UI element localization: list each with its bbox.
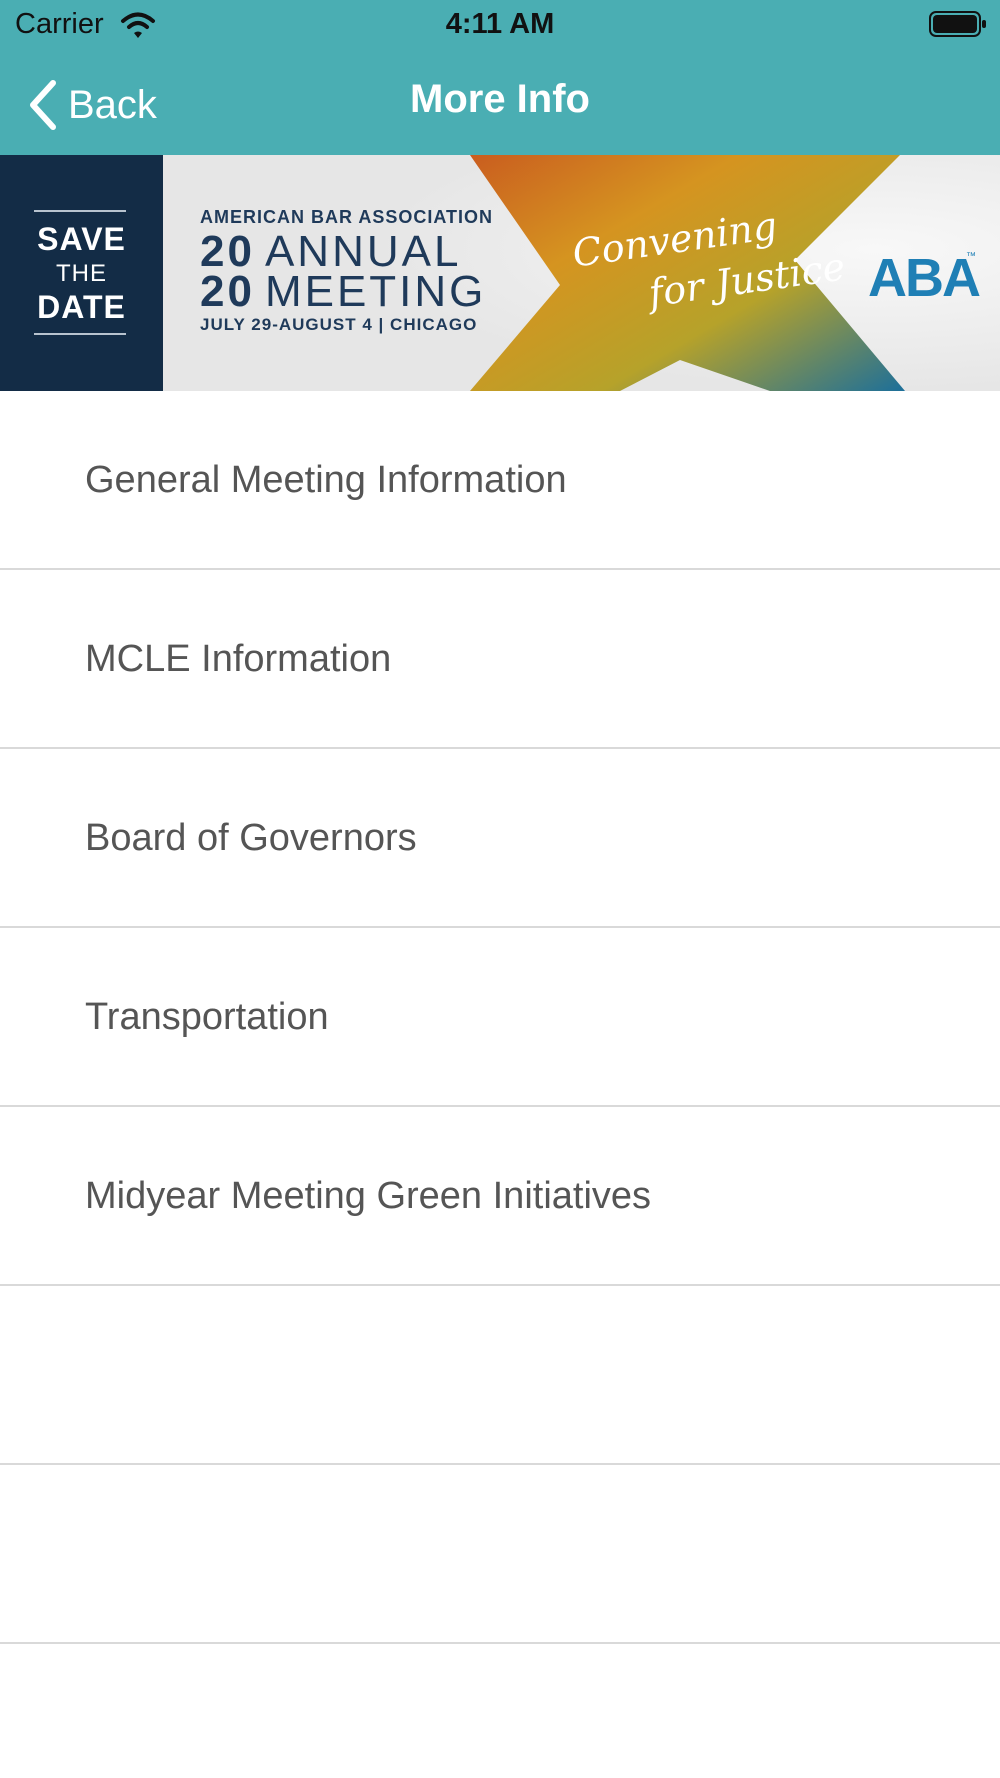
battery-icon (929, 11, 986, 37)
screen: Carrier 4:11 AM Back More Info SAVE THE … (0, 0, 1000, 1778)
info-list: General Meeting Information MCLE Informa… (0, 391, 1000, 1644)
list-item-label: General Meeting Information (85, 459, 567, 501)
association-name: AMERICAN BAR ASSOCIATION (200, 207, 493, 227)
list-item-mcle-information[interactable]: MCLE Information (0, 570, 1000, 749)
meeting-word: MEETING (264, 267, 487, 316)
list-item-label: MCLE Information (85, 638, 392, 680)
meeting-line: 20 MEETING (200, 267, 486, 317)
list-item-board-of-governors[interactable]: Board of Governors (0, 749, 1000, 928)
list-item-general-meeting-information[interactable]: General Meeting Information (0, 391, 1000, 570)
trademark-mark: ™ (966, 251, 976, 262)
empty-row (0, 1465, 1000, 1644)
annual-meeting-banner: SAVE THE DATE AMERICAN BAR ASSOCIATION 2… (0, 155, 1000, 391)
save-the-date-panel: SAVE THE DATE (0, 155, 163, 391)
list-item-transportation[interactable]: Transportation (0, 928, 1000, 1107)
divider (34, 210, 126, 212)
list-item-label: Midyear Meeting Green Initiatives (85, 1175, 652, 1217)
the-text: THE (56, 260, 107, 287)
navigation-header: Carrier 4:11 AM Back More Info (0, 0, 1000, 155)
aba-logo: ABA (868, 248, 981, 308)
empty-row (0, 1286, 1000, 1465)
divider (34, 333, 126, 335)
list-item-green-initiatives[interactable]: Midyear Meeting Green Initiatives (0, 1107, 1000, 1286)
list-item-label: Board of Governors (85, 817, 417, 859)
date-text: DATE (37, 289, 126, 325)
meeting-dates: JULY 29-AUGUST 4 | CHICAGO (200, 315, 478, 334)
nav-bar: Back More Info (0, 60, 1000, 150)
save-text: SAVE (37, 221, 126, 257)
status-bar: Carrier 4:11 AM (0, 0, 1000, 50)
page-title: More Info (410, 77, 590, 121)
status-time: 4:11 AM (445, 8, 555, 40)
list-item-label: Transportation (85, 996, 329, 1038)
year-bottom: 20 (200, 267, 255, 316)
